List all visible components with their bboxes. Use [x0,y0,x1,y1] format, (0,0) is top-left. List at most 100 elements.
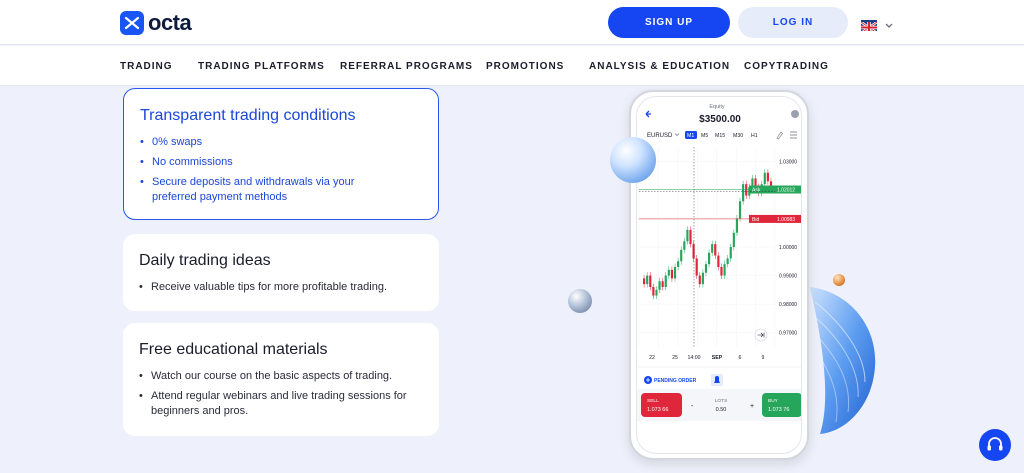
price-tick-label: 0.97000 [779,331,797,337]
timeframe-tabs: M1 M5 M15 M30 H1 [685,131,758,139]
symbol-selector[interactable]: EURUSD [647,133,673,139]
candle [766,172,769,182]
svg-text:SELL: SELL [647,398,659,404]
date-tick-label: 25 [672,355,678,361]
lots-label: LOTS [715,398,728,404]
scroll-to-latest-button[interactable] [754,328,768,342]
buy-button[interactable]: BUY 1.073 76 [762,393,802,417]
sell-button[interactable]: SELL 1.073 66 [641,393,682,417]
nav-item-trading[interactable]: TRADING [120,61,173,72]
nav-item-promotions[interactable]: PROMOTIONS [486,61,564,72]
octa-logo-icon [120,11,144,35]
candle [664,275,667,287]
card-bullets: Watch our course on the basic aspects of… [139,369,419,424]
lots-increase-button[interactable]: + [750,403,754,410]
candle [695,258,698,276]
date-tick-label: 22 [649,355,655,361]
equity-label: Equity [709,104,725,110]
candle [649,275,652,287]
card-bullets: 0% swaps No commissions Secure deposits … [140,135,420,210]
signup-button[interactable]: SIGN UP [608,7,730,38]
metal-sphere-decoration [568,289,592,313]
candle [661,281,664,287]
card-title: Transparent trading conditions [140,107,356,124]
tab-h1[interactable]: H1 [751,133,758,139]
svg-text:1.00983: 1.00983 [777,217,795,223]
chevron-down-icon [885,16,893,34]
price-tick-label: 1.00000 [779,245,797,251]
candle [646,275,649,285]
svg-text:Ask: Ask [752,188,761,194]
lots-value[interactable]: 0.50 [716,407,727,413]
candle [689,229,692,245]
tab-m5[interactable]: M5 [701,133,708,139]
header: octa SIGN UP LOG IN [0,0,1024,45]
tab-m1[interactable]: M1 [687,133,694,139]
feature-card-daily-ideas[interactable]: Daily trading ideas Receive valuable tip… [123,234,439,311]
candle [704,264,708,273]
date-tick-label: 9 [762,355,765,361]
tab-m30[interactable]: M30 [733,133,743,139]
login-button[interactable]: LOG IN [738,7,848,38]
svg-text:1.02012: 1.02012 [777,188,795,194]
candle [714,244,717,256]
bid-price-tag: Bid 1.00983 [749,214,801,223]
draw-tool-icon[interactable] [776,131,783,140]
list-item: Attend regular webinars and live trading… [139,389,409,419]
candle [683,241,686,250]
back-arrow-icon[interactable] [645,110,651,118]
feature-card-educational-materials[interactable]: Free educational materials Watch our cou… [123,323,439,436]
list-item: 0% swaps [140,135,420,150]
pending-order-button[interactable]: PENDING ORDER [654,378,697,384]
nav-item-analysis-education[interactable]: ANALYSIS & EDUCATION [589,61,730,72]
feature-card-transparent-conditions[interactable]: Transparent trading conditions 0% swaps … [123,88,439,220]
candle [726,258,729,265]
chevron-down-icon [674,133,680,136]
ask-price-tag: Ask 1.02012 [749,185,801,194]
brand-name: octa [148,10,192,35]
candle [686,229,689,242]
date-tick-label: SEP [712,355,723,361]
svg-text:1.073 66: 1.073 66 [647,407,668,413]
candle [652,287,655,296]
settings-icon[interactable] [790,131,797,139]
candle [711,244,714,253]
candle [729,247,732,259]
candle [717,255,720,267]
candle [670,269,674,279]
candle [723,264,726,276]
candle [732,232,735,247]
price-tick-label: 0.98000 [779,302,797,308]
main-nav: TRADING TRADING PLATFORMS REFERRAL PROGR… [0,46,1024,86]
nav-item-referral-programs[interactable]: REFERRAL PROGRAMS [340,61,473,72]
svg-text:BUY: BUY [768,398,779,404]
bell-icon[interactable] [711,374,723,386]
price-chart[interactable]: 1.030001.020001.010001.000000.990000.980… [637,147,802,368]
price-tick-label: 0.99000 [779,274,797,280]
candle [701,272,704,285]
trading-app-screen: Equity $3500.00 EURUSD M1 M5 M15 M30 H1 1.03… [636,96,802,454]
uk-flag-icon [861,19,877,31]
candle [742,184,745,202]
list-item: Secure deposits and withdrawals via your… [140,175,360,205]
svg-text:Bid: Bid [752,217,759,223]
candle [667,269,670,276]
list-item: No commissions [140,155,420,170]
candle [745,184,748,196]
nav-item-trading-platforms[interactable]: TRADING PLATFORMS [198,61,325,72]
candle [735,218,739,233]
candle [673,267,677,279]
candle [677,261,680,267]
candle [708,252,711,265]
octa-logo[interactable]: octa [120,10,192,36]
tab-m15[interactable]: M15 [715,133,725,139]
list-item: Receive valuable tips for more profitabl… [139,280,429,295]
info-icon[interactable] [791,110,799,118]
candle [655,289,658,296]
support-chat-button[interactable] [979,429,1011,461]
language-selector[interactable] [861,16,893,34]
glass-sphere-decoration [610,137,656,183]
nav-item-copytrading[interactable]: COPYTRADING [744,61,829,72]
card-bullets: Receive valuable tips for more profitabl… [139,280,429,300]
date-tick-label: 14:00 [688,355,701,361]
